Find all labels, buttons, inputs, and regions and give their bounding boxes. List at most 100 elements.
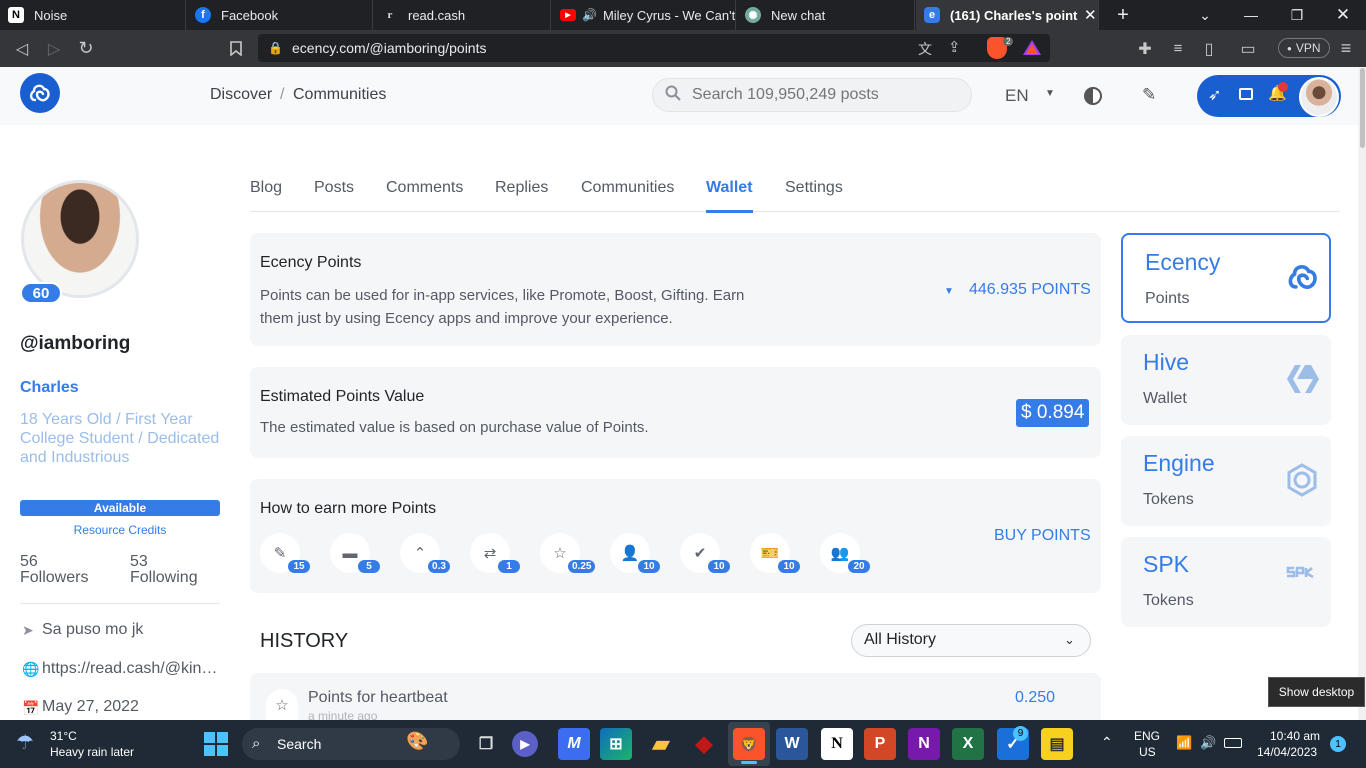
nav-communities[interactable]: Communities [293,86,386,104]
vpn-button[interactable]: ● VPN [1278,38,1330,58]
theme-toggle-icon[interactable] [1084,87,1102,105]
wallet-menu-engine[interactable]: Engine Tokens [1121,436,1331,526]
pencil-icon[interactable]: ✎ [1142,85,1156,105]
tab-noise[interactable]: N Noise [0,0,186,30]
history-item-label: Points for heartbeat [308,689,448,706]
ecency-icon [29,84,50,102]
brave-browser-icon[interactable]: 🦁 [733,728,765,760]
todo-badge: 9 [1013,726,1028,741]
rain-cloud-icon[interactable]: ☂ [16,730,34,755]
estimated-description: The estimated value is based on purchase… [260,419,649,436]
notification-count-badge[interactable]: 1 [1330,736,1346,752]
url-text[interactable]: ecency.com/@iamboring/points [292,40,486,56]
clock-time[interactable]: 10:40 am [1270,729,1320,743]
volume-icon[interactable]: 🔊 [1200,735,1216,751]
wallet-menu-subtitle: Tokens [1143,491,1194,508]
page-scrollbar[interactable] [1358,67,1366,720]
language-indicator-1[interactable]: ENG [1134,729,1160,743]
file-explorer-icon[interactable]: ▰ [645,728,677,760]
tab-facebook[interactable]: f Facebook [187,0,373,30]
onenote-icon[interactable]: N [908,728,940,760]
wallet-icon[interactable]: ▭ [1234,30,1262,67]
weather-text[interactable]: Heavy rain later [50,745,134,759]
wifi-icon[interactable]: 📶 [1176,735,1192,751]
caret-down-icon[interactable]: ▼ [944,286,954,297]
brave-rewards-icon[interactable] [1022,39,1042,61]
teams-chat-icon[interactable]: ▶ [512,731,538,757]
menu-icon[interactable]: ≡ [1332,30,1360,67]
tab-blog[interactable]: Blog [250,179,282,197]
word-icon[interactable]: W [776,728,808,760]
points-balance[interactable]: 446.935 POINTS [969,281,1091,299]
wallet-menu-subtitle: Tokens [1143,592,1194,609]
back-icon[interactable]: ◁ [8,30,36,67]
tab-communities[interactable]: Communities [581,179,674,197]
task-view-icon[interactable]: ❐ [470,728,502,760]
microsoft-store-icon[interactable]: ⊞ [600,728,632,760]
translate-icon[interactable]: 文 [918,39,932,59]
bookmark-icon[interactable] [222,30,250,67]
reload-icon[interactable]: ↻ [72,30,100,67]
forward-icon[interactable]: ▷ [40,30,68,67]
chevron-up-icon[interactable]: ⌃ [1101,734,1113,751]
profile-website[interactable]: https://read.cash/@kin… [42,660,217,678]
language-indicator-2[interactable]: US [1139,745,1156,759]
share-icon[interactable]: ⇪ [948,38,961,56]
battery-icon[interactable] [1224,738,1242,748]
wallet-menu-spk[interactable]: SPK Tokens [1121,537,1331,627]
followers-stat[interactable]: 56 Followers [20,554,88,586]
close-window-button[interactable]: ✕ [1320,0,1366,30]
mcafee-icon[interactable]: ◆ [688,728,720,760]
tab-comments[interactable]: Comments [386,179,463,197]
divider [20,603,220,604]
extensions-icon[interactable]: ✚ [1131,30,1159,67]
search-icon: ⌕ [252,735,261,752]
tab-youtube[interactable]: ▶ 🔊 Miley Cyrus - We Can't [552,0,736,30]
weather-temp[interactable]: 31°C [50,729,77,743]
active-indicator [741,761,757,764]
monday-app-icon[interactable]: M [558,728,590,760]
tab-replies[interactable]: Replies [495,179,548,197]
restore-button[interactable]: ❐ [1274,0,1320,30]
wallet-menu-ecency[interactable]: Ecency Points [1121,233,1331,323]
excel-icon[interactable]: X [952,728,984,760]
tab-label: read.cash [408,7,466,23]
search-input[interactable] [692,84,962,106]
powerpoint-icon[interactable]: P [864,728,896,760]
windows-start-icon[interactable] [204,732,228,756]
earn-badge: 10 [638,560,660,573]
tab-readcash[interactable]: r read.cash [374,0,551,30]
tab-ecency-points[interactable]: e (161) Charles's points o ✕ [916,0,1099,30]
wallet-menu-hive[interactable]: Hive Wallet [1121,335,1331,425]
language-select[interactable]: EN [1005,86,1029,106]
sticky-notes-icon[interactable]: ▤ [1041,728,1073,760]
tab-settings[interactable]: Settings [785,179,843,197]
vpn-label: VPN [1295,41,1321,55]
earn-badge: 1 [498,560,520,573]
buy-points-button[interactable]: BUY POINTS [994,527,1091,545]
new-tab-button[interactable]: + [1100,0,1146,30]
playlist-icon[interactable]: ≡ [1164,30,1192,67]
tab-posts[interactable]: Posts [314,179,354,197]
clock-date[interactable]: 14/04/2023 [1257,745,1317,759]
tab-wallet[interactable]: Wallet [706,179,753,197]
tab-search-chevron-icon[interactable]: ⌄ [1182,0,1228,30]
resource-credits-bar[interactable]: Available [20,500,220,516]
following-stat[interactable]: 53 Following [130,554,198,586]
scrollbar-thumb[interactable] [1360,68,1365,148]
wallet-menu-title: Hive [1143,349,1190,375]
nav-discover[interactable]: Discover [210,86,272,104]
chevron-down-icon: ▼ [1045,88,1055,99]
wallet-nav-icon[interactable] [1239,88,1253,100]
tab-label: New chat [771,7,826,23]
ecency-logo[interactable] [20,73,60,113]
history-filter-value: All History [864,631,937,648]
sidebar-icon[interactable]: ▯ [1195,30,1223,67]
tab-new-chat[interactable]: ✺ New chat [737,0,915,30]
close-tab-icon[interactable]: ✕ [1084,6,1097,24]
minimize-button[interactable]: — [1228,0,1274,30]
rocket-icon[interactable]: ➶ [1208,85,1221,105]
points-title: Ecency Points [260,254,362,271]
avatar[interactable] [1299,77,1339,117]
notion-icon[interactable]: N [821,728,853,760]
